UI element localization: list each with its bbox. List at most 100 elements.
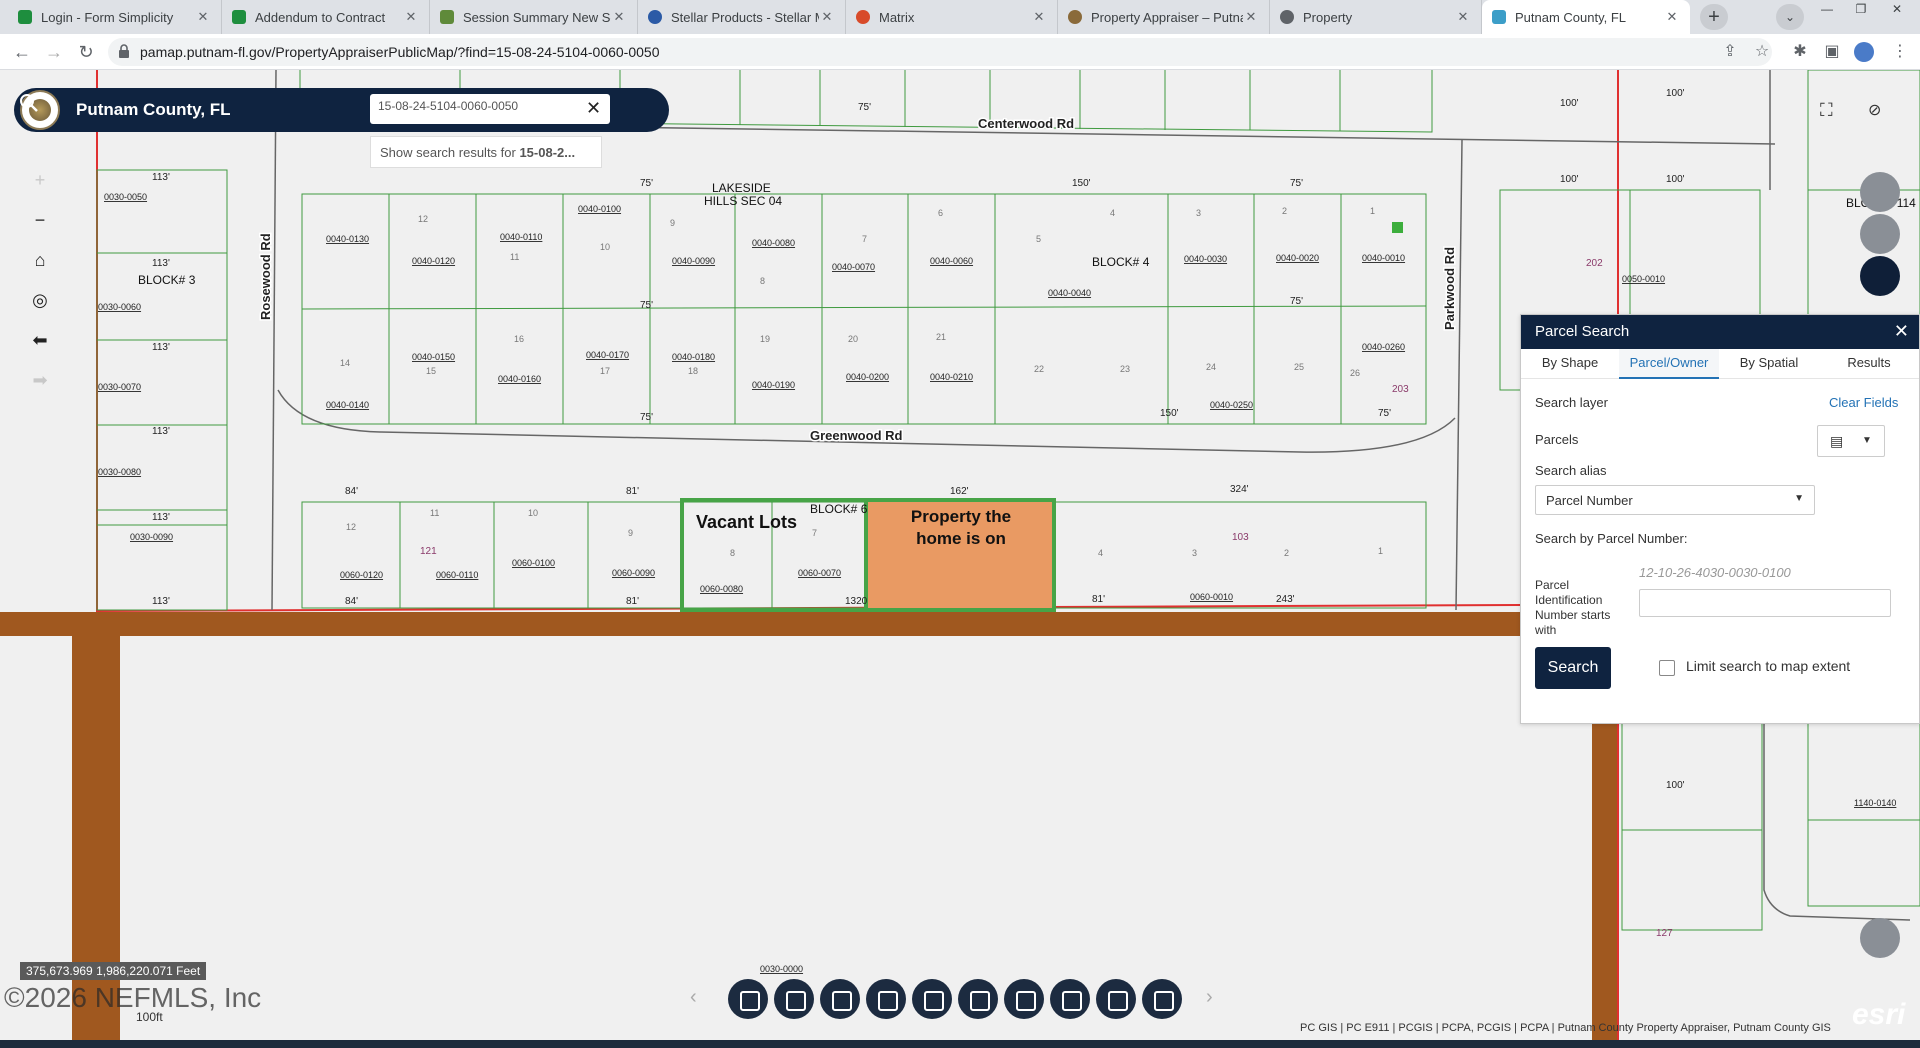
app-header: Putnam County, FL ✕ <box>14 88 669 132</box>
tab-addendum[interactable]: Addendum to Contract ✕ <box>222 0 430 34</box>
chevron-right-icon[interactable]: › <box>1206 986 1213 1009</box>
close-icon[interactable]: ✕ <box>195 9 211 25</box>
basemap-grid-button[interactable] <box>820 979 860 1019</box>
tab-matrix[interactable]: Matrix ✕ <box>846 0 1058 34</box>
forward-icon[interactable]: → <box>42 40 66 64</box>
share-icon[interactable]: ⇪ <box>1720 42 1740 62</box>
tab-property[interactable]: Property ✕ <box>1270 0 1482 34</box>
tab-login-form-simplicity[interactable]: Login - Form Simplicity ✕ <box>8 0 222 34</box>
clear-search-icon[interactable]: ✕ <box>586 98 601 119</box>
svg-text:0040-0010: 0040-0010 <box>1362 253 1405 263</box>
address-bar[interactable]: pamap.putnam-fl.gov/PropertyAppraiserPub… <box>108 38 1772 66</box>
tab-putnam-county[interactable]: Putnam County, FL ✕ <box>1482 0 1690 34</box>
parcel-number-input[interactable] <box>1639 589 1891 617</box>
locate-icon[interactable]: ◎ <box>26 286 54 314</box>
seal-icon <box>1068 10 1082 24</box>
close-icon[interactable]: ✕ <box>611 9 627 25</box>
search-button[interactable]: Search <box>1535 647 1611 689</box>
tab-property-appraiser[interactable]: Property Appraiser – Putnam ✕ <box>1058 0 1270 34</box>
extensions-icon[interactable]: ✱ <box>1790 42 1810 62</box>
os-taskbar <box>0 1040 1920 1048</box>
svg-text:1: 1 <box>1378 546 1383 556</box>
svg-text:0040-0020: 0040-0020 <box>1276 253 1319 263</box>
bottom-toolbar: ‹ › <box>690 972 1250 1026</box>
fullscreen-icon[interactable]: ⛶ <box>1820 100 1844 124</box>
layer-dropdown[interactable]: ▤ ▼ <box>1817 425 1885 457</box>
block-label-4: BLOCK# 4 <box>1092 255 1150 269</box>
svg-text:0040-0190: 0040-0190 <box>752 380 795 390</box>
svg-text:0060-0090: 0060-0090 <box>612 568 655 578</box>
previous-extent-icon[interactable]: ⬅ <box>26 326 54 354</box>
svg-text:14: 14 <box>340 358 350 368</box>
window-close-icon[interactable]: ✕ <box>1882 0 1912 24</box>
close-icon[interactable]: ✕ <box>1455 9 1471 25</box>
svg-text:75': 75' <box>640 178 653 189</box>
sidepanel-icon[interactable]: ▣ <box>1822 42 1842 62</box>
draw-button[interactable] <box>912 979 952 1019</box>
svg-text:2: 2 <box>1284 548 1289 558</box>
map-view[interactable]: Centerwood Rd Greenwood Rd Rosewood Rd P… <box>0 70 1920 1048</box>
search-suggestion[interactable]: Show search results for 15-08-2... <box>370 136 602 168</box>
search-icon[interactable] <box>14 88 44 118</box>
tab-parcel-owner[interactable]: Parcel/Owner <box>1619 349 1719 379</box>
svg-text:16: 16 <box>514 334 524 344</box>
svg-text:0040-0260: 0040-0260 <box>1362 342 1405 352</box>
search-input[interactable] <box>378 99 578 113</box>
hide-visibility-icon[interactable]: ⊘ <box>1868 100 1892 124</box>
svg-text:203: 203 <box>1392 384 1409 395</box>
road-vertical-right <box>1592 710 1618 1048</box>
back-icon[interactable]: ← <box>10 40 34 64</box>
chevron-left-icon[interactable]: ‹ <box>690 986 697 1009</box>
svg-text:4: 4 <box>1098 548 1103 558</box>
annotation-home-line-1: Property the <box>910 507 1012 526</box>
tab-by-shape[interactable]: By Shape <box>1521 349 1619 379</box>
limit-extent-checkbox[interactable] <box>1659 660 1675 676</box>
parcel-search-toggle-icon[interactable] <box>1860 256 1900 296</box>
matrix-icon <box>856 10 870 24</box>
svg-text:26: 26 <box>1350 368 1360 378</box>
close-icon[interactable]: ✕ <box>819 9 835 25</box>
legend-list-button[interactable] <box>728 979 768 1019</box>
print-button[interactable] <box>1050 979 1090 1019</box>
minimize-icon[interactable]: — <box>1812 0 1842 24</box>
menu-kebab-icon[interactable]: ⋮ <box>1890 42 1910 62</box>
sketch-button[interactable] <box>958 979 998 1019</box>
svg-text:113': 113' <box>152 258 170 269</box>
layers-toggle-icon[interactable] <box>1860 172 1900 212</box>
street-label-rosewood: Rosewood Rd <box>258 233 273 320</box>
zoom-in-button[interactable]: + <box>26 166 54 194</box>
close-icon[interactable]: ✕ <box>1664 9 1680 25</box>
profile-avatar[interactable] <box>1854 42 1874 62</box>
zoom-out-button[interactable]: − <box>26 206 54 234</box>
tab-by-spatial[interactable]: By Spatial <box>1719 349 1819 379</box>
mail-icon[interactable] <box>1860 214 1900 254</box>
svg-text:75': 75' <box>1378 408 1391 419</box>
search-alias-select[interactable]: Parcel Number ▼ <box>1535 485 1815 515</box>
next-extent-icon[interactable]: ➡ <box>26 366 54 394</box>
maximize-icon[interactable]: ❐ <box>1846 0 1876 24</box>
chevron-down-icon: ▼ <box>1862 435 1872 446</box>
table-icon[interactable] <box>1860 918 1900 958</box>
new-tab-button[interactable]: + <box>1700 4 1728 30</box>
document-icon: ▤ <box>1830 433 1844 449</box>
bookmark-button[interactable] <box>1004 979 1044 1019</box>
bookmark-star-icon[interactable]: ☆ <box>1752 42 1772 62</box>
close-icon[interactable]: ✕ <box>1031 9 1047 25</box>
tab-session-summary[interactable]: Session Summary New Ses ✕ <box>430 0 638 34</box>
info-button[interactable] <box>1142 979 1182 1019</box>
close-icon[interactable]: ✕ <box>1243 9 1259 25</box>
reload-icon[interactable]: ↻ <box>74 40 98 64</box>
tab-search-button[interactable]: ⌄ <box>1776 4 1804 30</box>
share-button[interactable] <box>1096 979 1136 1019</box>
home-icon[interactable]: ⌂ <box>26 246 54 274</box>
tab-results[interactable]: Results <box>1819 349 1919 379</box>
clear-fields-link[interactable]: Clear Fields <box>1829 395 1898 410</box>
tab-stellar-products[interactable]: Stellar Products - Stellar MLS ✕ <box>638 0 846 34</box>
layers-button[interactable] <box>774 979 814 1019</box>
svg-text:113': 113' <box>152 512 170 523</box>
measure-button[interactable] <box>866 979 906 1019</box>
scale-bar: 100ft <box>136 1010 163 1024</box>
close-icon[interactable]: ✕ <box>403 9 419 25</box>
search-box[interactable]: ✕ <box>370 94 610 124</box>
close-icon[interactable]: ✕ <box>1894 321 1909 342</box>
